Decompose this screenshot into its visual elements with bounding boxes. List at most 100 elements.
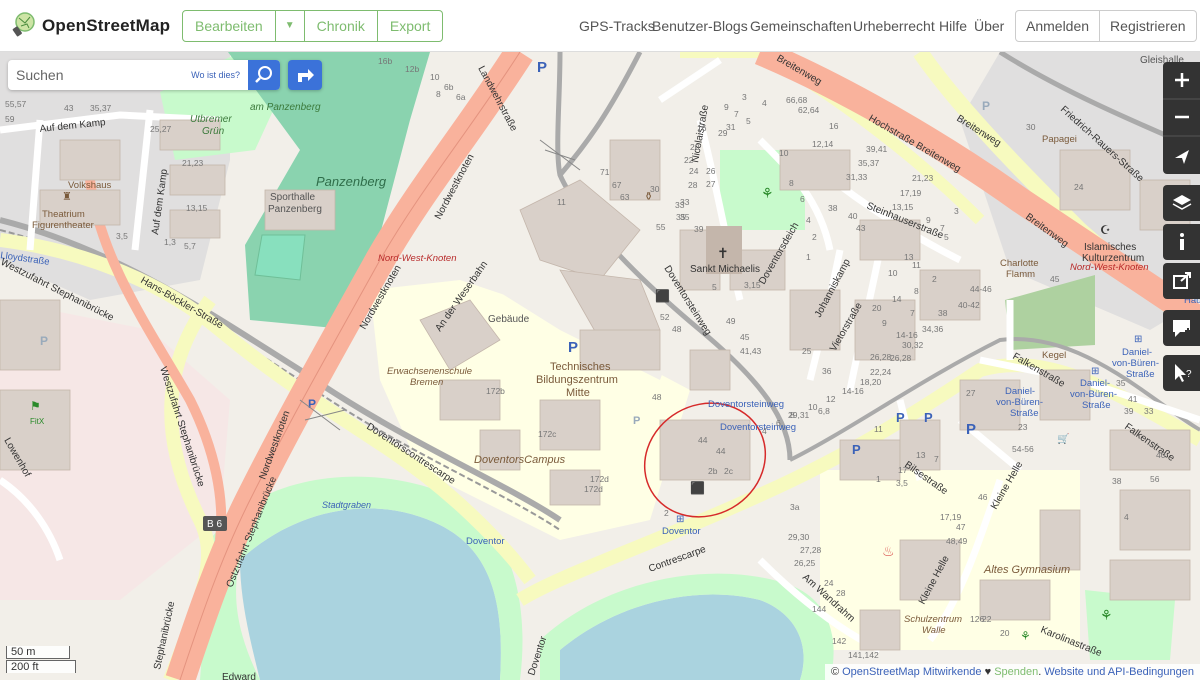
svg-text:1: 1	[876, 474, 881, 484]
donate-link[interactable]: Spenden	[994, 666, 1038, 678]
svg-text:12: 12	[826, 394, 836, 404]
search-button[interactable]	[248, 60, 280, 90]
svg-text:38: 38	[1112, 476, 1122, 486]
map-label-gebaeude: Gebäude	[488, 314, 530, 325]
svg-text:17,19: 17,19	[940, 512, 962, 522]
contributors-link[interactable]: OpenStreetMap Mitwirkende	[842, 666, 981, 678]
svg-text:26: 26	[706, 166, 716, 176]
login-button[interactable]: Anmelden	[1015, 10, 1101, 42]
map-label-daniel-8: von-Büren-	[996, 397, 1043, 408]
svg-text:P: P	[568, 339, 578, 356]
svg-text:14: 14	[892, 294, 902, 304]
map-key-button[interactable]	[1163, 224, 1200, 260]
svg-text:1,3: 1,3	[164, 237, 176, 247]
svg-text:⚘: ⚘	[1100, 607, 1113, 623]
svg-text:20: 20	[1000, 628, 1010, 638]
map-label-b6: B 6	[207, 519, 222, 530]
map-label-tbz-2: Bildungszentrum	[536, 374, 618, 386]
svg-text:43: 43	[856, 223, 866, 233]
svg-text:28: 28	[836, 588, 846, 598]
layers-button[interactable]	[1163, 185, 1200, 221]
map-label-kegel: Kegel	[1042, 350, 1066, 361]
svg-text:⚱: ⚱	[644, 191, 653, 203]
osm-logo-icon[interactable]	[12, 12, 36, 38]
map-label-sporthalle2: Panzenberg	[268, 204, 322, 215]
svg-text:2: 2	[664, 508, 669, 518]
edit-dropdown-button[interactable]: ▼	[275, 10, 305, 42]
where-is-this-link[interactable]: Wo ist dies?	[191, 70, 240, 80]
svg-text:66,68: 66,68	[786, 95, 808, 105]
nav-copyright[interactable]: Urheberrecht	[853, 18, 935, 34]
svg-text:3,5: 3,5	[116, 231, 128, 241]
nav-user-diaries[interactable]: Benutzer-Blogs	[652, 18, 748, 34]
svg-text:8: 8	[789, 178, 794, 188]
svg-text:5,7: 5,7	[184, 241, 196, 251]
svg-text:172c: 172c	[538, 429, 557, 439]
svg-text:24: 24	[824, 578, 834, 588]
map-canvas[interactable]: ✝ P P P P P P P P P P Panzenberg am Panz…	[0, 52, 1200, 680]
svg-text:16: 16	[697, 123, 707, 133]
svg-text:6: 6	[776, 418, 781, 428]
history-button[interactable]: Chronik	[304, 10, 378, 42]
search-box: Suchen Wo ist dies?	[8, 60, 280, 90]
svg-text:45: 45	[740, 332, 750, 342]
directions-button[interactable]	[288, 60, 322, 90]
svg-text:P: P	[896, 410, 905, 425]
map-label-doventors-campus: DoventorsCampus	[474, 454, 566, 466]
svg-text:♜: ♜	[62, 191, 72, 203]
svg-text:34,36: 34,36	[922, 324, 944, 334]
svg-text:33: 33	[680, 197, 690, 207]
svg-text:7: 7	[910, 308, 915, 318]
svg-text:52: 52	[660, 312, 670, 322]
svg-text:2b: 2b	[708, 466, 718, 476]
map-label-tbz-1: Technisches	[550, 361, 611, 373]
svg-text:49: 49	[726, 316, 736, 326]
terms-link[interactable]: Website und API-Bedingungen	[1044, 666, 1194, 678]
svg-text:3: 3	[742, 92, 747, 102]
export-button[interactable]: Export	[377, 10, 444, 42]
svg-text:62,64: 62,64	[798, 105, 820, 115]
map-label-figurentheater: Figurentheater	[32, 220, 94, 231]
svg-text:172b: 172b	[486, 386, 505, 396]
svg-text:27,28: 27,28	[800, 545, 822, 555]
map-label-daniel-6: Straße	[1082, 400, 1111, 411]
svg-text:33: 33	[1144, 406, 1154, 416]
svg-text:12b: 12b	[405, 64, 419, 74]
svg-text:22: 22	[982, 614, 992, 624]
brand-title[interactable]: OpenStreetMap	[42, 16, 170, 36]
svg-text:26,25: 26,25	[794, 558, 816, 568]
scale-imperial: 200 ft	[6, 660, 76, 673]
svg-text:38: 38	[938, 308, 948, 318]
svg-text:13,15: 13,15	[892, 202, 914, 212]
map-label-tbz-3: Mitte	[566, 387, 590, 399]
svg-text:8: 8	[914, 286, 919, 296]
svg-text:43: 43	[64, 103, 74, 113]
add-note-button[interactable]	[1163, 310, 1200, 346]
map-label-nord-west-knoten: Nord-West-Knoten	[378, 253, 457, 264]
nav-about[interactable]: Über	[974, 18, 1004, 34]
svg-text:⚘: ⚘	[761, 185, 774, 201]
nav-help[interactable]: Hilfe	[939, 18, 967, 34]
svg-text:P: P	[40, 334, 48, 348]
svg-text:39,41: 39,41	[866, 144, 888, 154]
svg-text:4: 4	[762, 426, 767, 436]
share-button[interactable]	[1163, 263, 1200, 299]
svg-text:40-42: 40-42	[958, 300, 980, 310]
svg-text:27: 27	[966, 388, 976, 398]
query-features-button[interactable]: ?	[1163, 355, 1200, 391]
zoom-in-icon[interactable]	[1175, 73, 1189, 87]
svg-text:3: 3	[954, 206, 959, 216]
svg-text:🛒: 🛒	[1057, 432, 1069, 445]
svg-text:35: 35	[676, 212, 686, 222]
signup-button[interactable]: Registrieren	[1100, 10, 1197, 42]
locate-icon[interactable]	[1175, 150, 1189, 164]
svg-text:31,33: 31,33	[846, 172, 868, 182]
nav-communities[interactable]: Gemeinschaften	[750, 18, 852, 34]
search-input[interactable]: Suchen	[16, 67, 63, 83]
map-label-daniel-5: von-Büren-	[1070, 389, 1117, 400]
svg-text:10: 10	[430, 72, 440, 82]
map-label-gruen: Grün	[202, 126, 225, 137]
nav-gps-tracks[interactable]: GPS-Tracks	[579, 18, 655, 34]
edit-button[interactable]: Bearbeiten	[182, 10, 276, 42]
map-label-panzenberg: Panzenberg	[316, 174, 387, 189]
